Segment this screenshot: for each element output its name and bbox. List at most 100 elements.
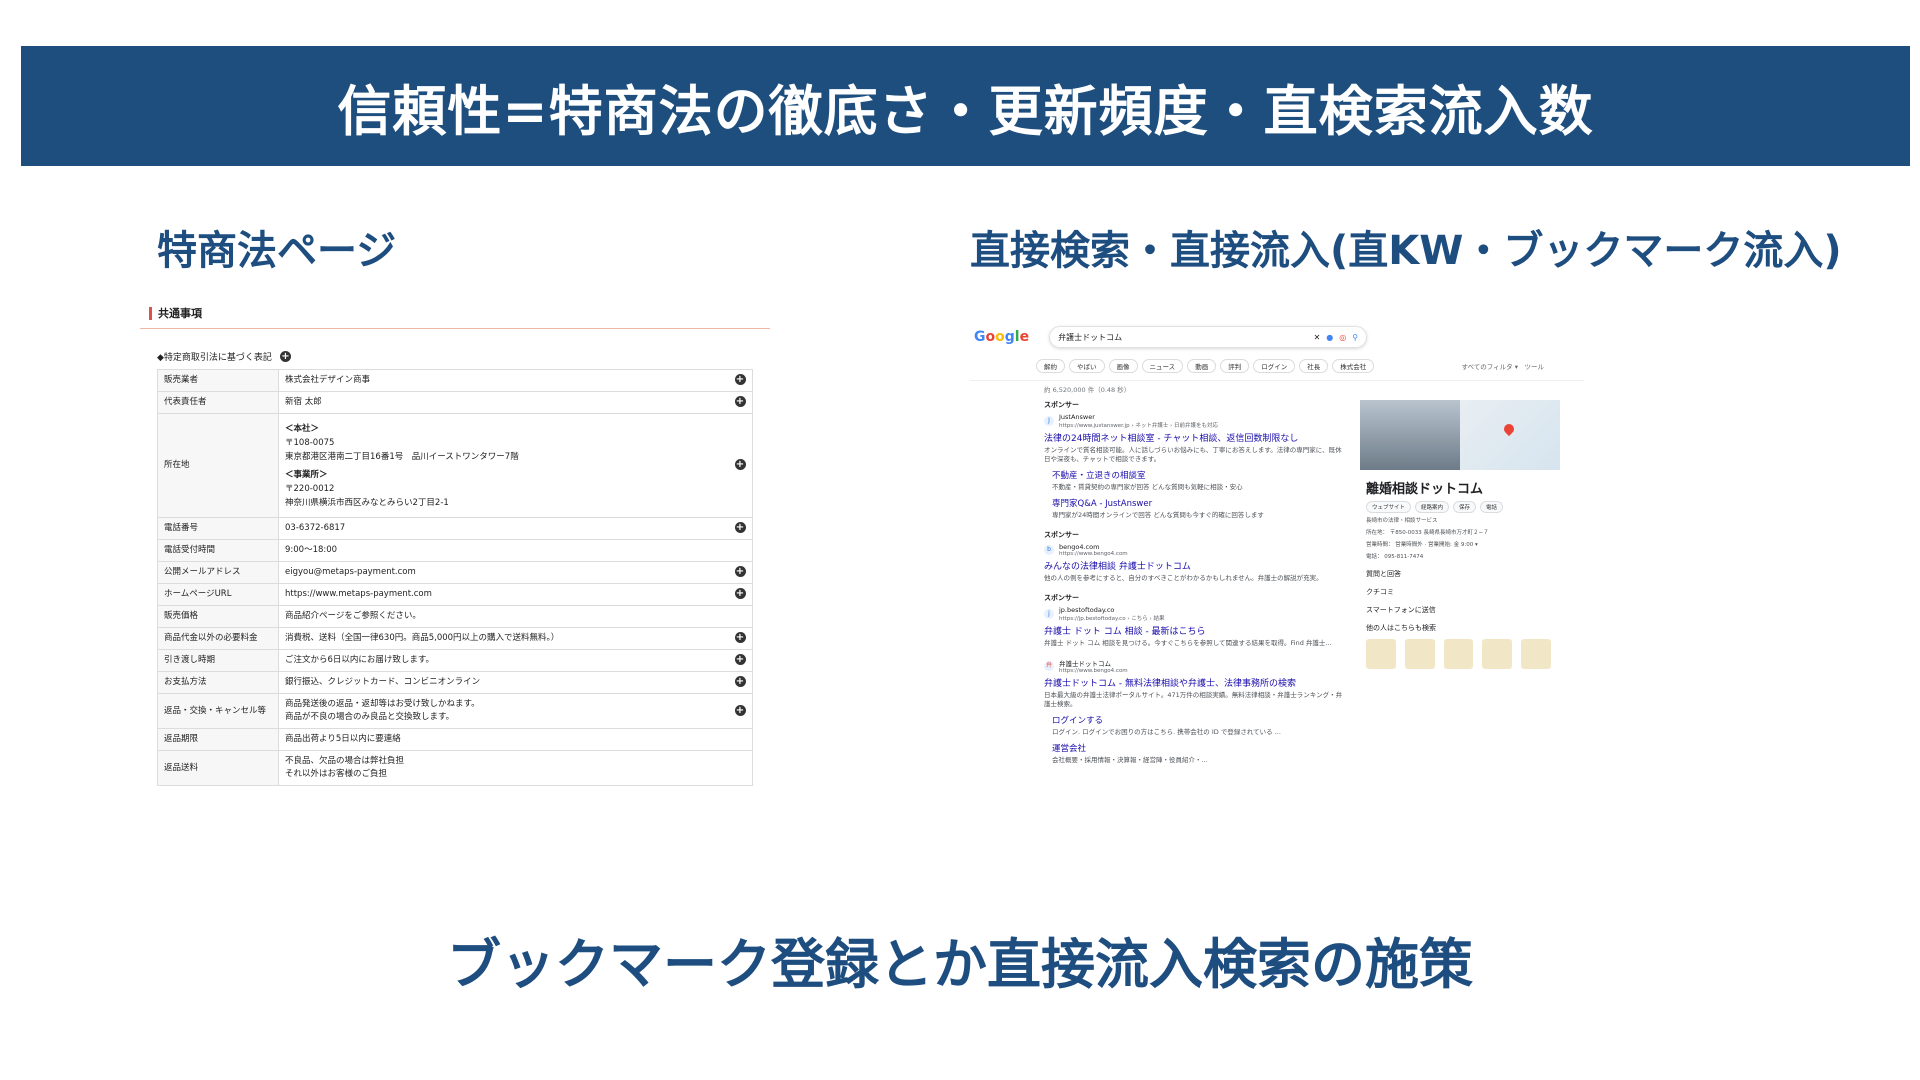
site-url: https://jp.bestoftoday.co › こちら › 結果 bbox=[1059, 616, 1165, 622]
chip[interactable]: ログイン bbox=[1253, 359, 1296, 373]
related-thumb[interactable] bbox=[1482, 639, 1513, 669]
plus-icon[interactable]: + bbox=[734, 654, 746, 665]
page-title: 信頼性=特商法の徹底さ・更新頻度・直検索流入数 bbox=[337, 79, 1594, 143]
row-key: 公開メールアドレス bbox=[157, 561, 279, 584]
row-value: 03-6372-6817 bbox=[278, 517, 720, 540]
plus-icon[interactable]: + bbox=[734, 566, 746, 577]
filter-chips: 解約 やばい 画像 ニュース 動画 評判 ログイン 社長 株式会社 すべてのフィ… bbox=[1036, 358, 1584, 374]
row-value: 商品発送後の返品・返却等はお受け致しかねます。 商品が不良の場合のみ良品と交換致し… bbox=[278, 693, 720, 729]
chip[interactable]: 動画 bbox=[1187, 359, 1217, 373]
table-row: 販売価格 商品紹介ページをご参照ください。 bbox=[157, 605, 753, 628]
save-button[interactable]: 保存 bbox=[1453, 501, 1477, 513]
plus-icon[interactable]: + bbox=[734, 704, 746, 716]
row-key: 引き渡し時期 bbox=[157, 649, 279, 672]
business-actions: ウェブサイト 経路案内 保存 電話 bbox=[1366, 501, 1560, 513]
website-button[interactable]: ウェブサイト bbox=[1366, 501, 1412, 513]
address-line: 神奈川県横浜市西区みなとみらい2丁目2-1 bbox=[285, 497, 449, 508]
plus-icon[interactable]: + bbox=[734, 588, 746, 599]
result-site: b bengo4.com https://www.bengo4.com bbox=[1044, 543, 1344, 557]
plus-icon[interactable]: + bbox=[734, 396, 746, 407]
call-button[interactable]: 電話 bbox=[1480, 501, 1504, 513]
table-row: 返品・交換・キャンセル等 商品発送後の返品・返却等はお受け致しかねます。 商品が不… bbox=[157, 693, 753, 729]
sitelink-snippet: 専門家が24時間オンラインで回答 どんな質問も今すぐ的確に回答します bbox=[1052, 511, 1264, 519]
directions-button[interactable]: 経路案内 bbox=[1415, 501, 1450, 513]
plus-icon[interactable]: + bbox=[734, 459, 746, 470]
send-to-phone[interactable]: スマートフォンに送信 bbox=[1366, 605, 1560, 615]
row-value-line: 不良品、欠品の場合は弊社負担 bbox=[285, 756, 405, 766]
result-site: J JustAnswer https://www.justanswer.jp › ネ… bbox=[1044, 413, 1344, 429]
tokusho-screenshot: 共通事項 ◆特定商取引法に基づく表記 + 販売業者 株式会社デザイン商事 + 代表責… bbox=[140, 298, 770, 838]
chip[interactable]: 解約 bbox=[1036, 359, 1065, 373]
results-column: 約 6,520,000 件（0.48 秒） スポンサー J JustAnswer h… bbox=[1044, 384, 1344, 775]
result-title-link[interactable]: 弁護士ドットコム - 無料法律相談や弁護士、法律事務所の検索 bbox=[1044, 676, 1344, 689]
row-value: 株式会社デザイン商事 bbox=[278, 369, 720, 392]
site-name: 弁護士ドットコム bbox=[1059, 660, 1111, 668]
notation-heading: ◆特定商取引法に基づく表記 + bbox=[157, 349, 765, 363]
row-value: 商品紹介ページをご参照ください。 bbox=[278, 605, 720, 628]
notation-label: ◆特定商取引法に基づく表記 bbox=[157, 352, 272, 363]
plus-icon[interactable]: + bbox=[734, 632, 746, 643]
clear-icon[interactable]: ✕ bbox=[1314, 333, 1321, 342]
result-title-link[interactable]: 弁護士 ドット コム 相談 - 最新はこちら bbox=[1044, 624, 1344, 637]
header-divider bbox=[970, 380, 1584, 381]
site-url: https://www.bengo4.com bbox=[1059, 551, 1128, 557]
sitelink-title[interactable]: 不動産・立退きの相談室 bbox=[1052, 469, 1344, 481]
table-row: 所在地 ＜本社＞ 〒108-0075 東京都港区港南二丁目16番1号 品川イース… bbox=[157, 413, 753, 518]
chip[interactable]: 株式会社 bbox=[1332, 359, 1375, 373]
mic-icon[interactable]: ● bbox=[1326, 333, 1333, 342]
sitelink-title[interactable]: ログインする bbox=[1052, 714, 1344, 726]
business-phone[interactable]: 電話： 095-811-7474 bbox=[1366, 553, 1560, 561]
chip[interactable]: 画像 bbox=[1108, 359, 1138, 373]
result-site: 弁弁護士ドットコム https://www.bengo4.com bbox=[1044, 658, 1344, 674]
sitelink-snippet: 不動産・賃貸契約の専門家が回答 どんな質問も気軽に相談・安心 bbox=[1052, 483, 1243, 491]
tokusho-table: 販売業者 株式会社デザイン商事 + 代表責任者 新宿 太郎 + 所在地 ＜本社＞ 〒10… bbox=[157, 369, 753, 786]
table-row: 返品送料 不良品、欠品の場合は弊社負担 それ以外はお客様のご負担 bbox=[157, 750, 753, 786]
sitelink-title[interactable]: 運営会社 bbox=[1052, 742, 1344, 754]
chip[interactable]: 社長 bbox=[1299, 359, 1329, 373]
related-thumbnails bbox=[1366, 639, 1560, 669]
result-snippet: 日本最大級の弁護士法律ポータルサイト。471万件の相談実績。無料法律相談・弁護士… bbox=[1044, 691, 1343, 708]
table-row: 引き渡し時期 ご注文から6日以内にお届け致します。 + bbox=[157, 649, 753, 672]
plus-icon[interactable]: + bbox=[734, 676, 746, 687]
related-thumb[interactable] bbox=[1443, 639, 1474, 669]
chip[interactable]: ニュース bbox=[1141, 359, 1184, 373]
sitelink-title[interactable]: 専門家Q&A - JustAnswer bbox=[1052, 497, 1344, 509]
row-value: 銀行振込、クレジットカード、コンビニオンライン bbox=[278, 671, 720, 694]
plus-icon[interactable]: + bbox=[734, 374, 746, 385]
result-title-link[interactable]: みんなの法律相談 弁護士ドットコム bbox=[1044, 559, 1344, 572]
tools-menu[interactable]: すべてのフィルタ ▾ ツール bbox=[1462, 361, 1544, 371]
result-title-link[interactable]: 法律の24時間ネット相談室 - チャット相談、返信回数制限なし bbox=[1044, 431, 1344, 444]
related-thumb[interactable] bbox=[1366, 639, 1396, 669]
row-key: 代表責任者 bbox=[157, 391, 279, 414]
right-heading: 直接検索・直接流入(直KW・ブックマーク流入) bbox=[970, 228, 1842, 274]
business-address: 所在地： 〒850-0033 長崎県長崎市万才町２−７ bbox=[1366, 530, 1489, 536]
row-value: https://www.metaps-payment.com bbox=[278, 583, 720, 606]
table-row: 公開メールアドレス eigyou@metaps-payment.com + bbox=[157, 561, 753, 584]
chip[interactable]: やばい bbox=[1069, 359, 1105, 373]
related-thumb[interactable] bbox=[1521, 639, 1551, 669]
plus-icon[interactable]: + bbox=[279, 350, 291, 362]
address-head-office: ＜本社＞ bbox=[285, 423, 320, 434]
sitelink: ログインする ログイン. ログインでお困りの方はこちら. 携帯会社の ID で登… bbox=[1052, 714, 1344, 737]
map-pin-icon bbox=[1501, 421, 1517, 437]
row-key: 商品代金以外の必要料金 bbox=[157, 627, 279, 650]
search-header: Google 弁護士ドットコム ✕ ● ◎ ⚲ bbox=[970, 322, 1584, 352]
row-key: お支払方法 bbox=[157, 671, 279, 694]
chip[interactable]: 評判 bbox=[1220, 359, 1250, 373]
footer-caption: ブックマーク登録とか直接流入検索の施策 bbox=[447, 933, 1473, 996]
site-name: jp.bestoftoday.co bbox=[1059, 606, 1115, 614]
table-row: 商品代金以外の必要料金 消費税、送料（全国一律630円。商品5,000円以上の購入… bbox=[157, 627, 753, 650]
title-banner: 信頼性=特商法の徹底さ・更新頻度・直検索流入数 bbox=[21, 46, 1910, 166]
related-thumb[interactable] bbox=[1404, 639, 1435, 669]
result-item: スポンサー j jp.bestoftoday.co https://jp.besto… bbox=[1044, 593, 1344, 648]
google-logo[interactable]: Google bbox=[974, 329, 1029, 345]
result-item: 弁弁護士ドットコム https://www.bengo4.com 弁護士ドットコム… bbox=[1044, 658, 1344, 765]
search-icon[interactable]: ⚲ bbox=[1352, 333, 1358, 342]
camera-icon[interactable]: ◎ bbox=[1339, 333, 1346, 342]
street-photo[interactable] bbox=[1360, 400, 1460, 470]
knowledge-map[interactable] bbox=[1360, 400, 1560, 470]
map-view[interactable] bbox=[1460, 400, 1560, 470]
business-hours[interactable]: 営業時間： 営業時間外 · 営業開始: 金 9:00 ▾ bbox=[1366, 541, 1560, 549]
search-input[interactable]: 弁護士ドットコム ✕ ● ◎ ⚲ bbox=[1049, 326, 1368, 348]
plus-icon[interactable]: + bbox=[734, 522, 746, 533]
